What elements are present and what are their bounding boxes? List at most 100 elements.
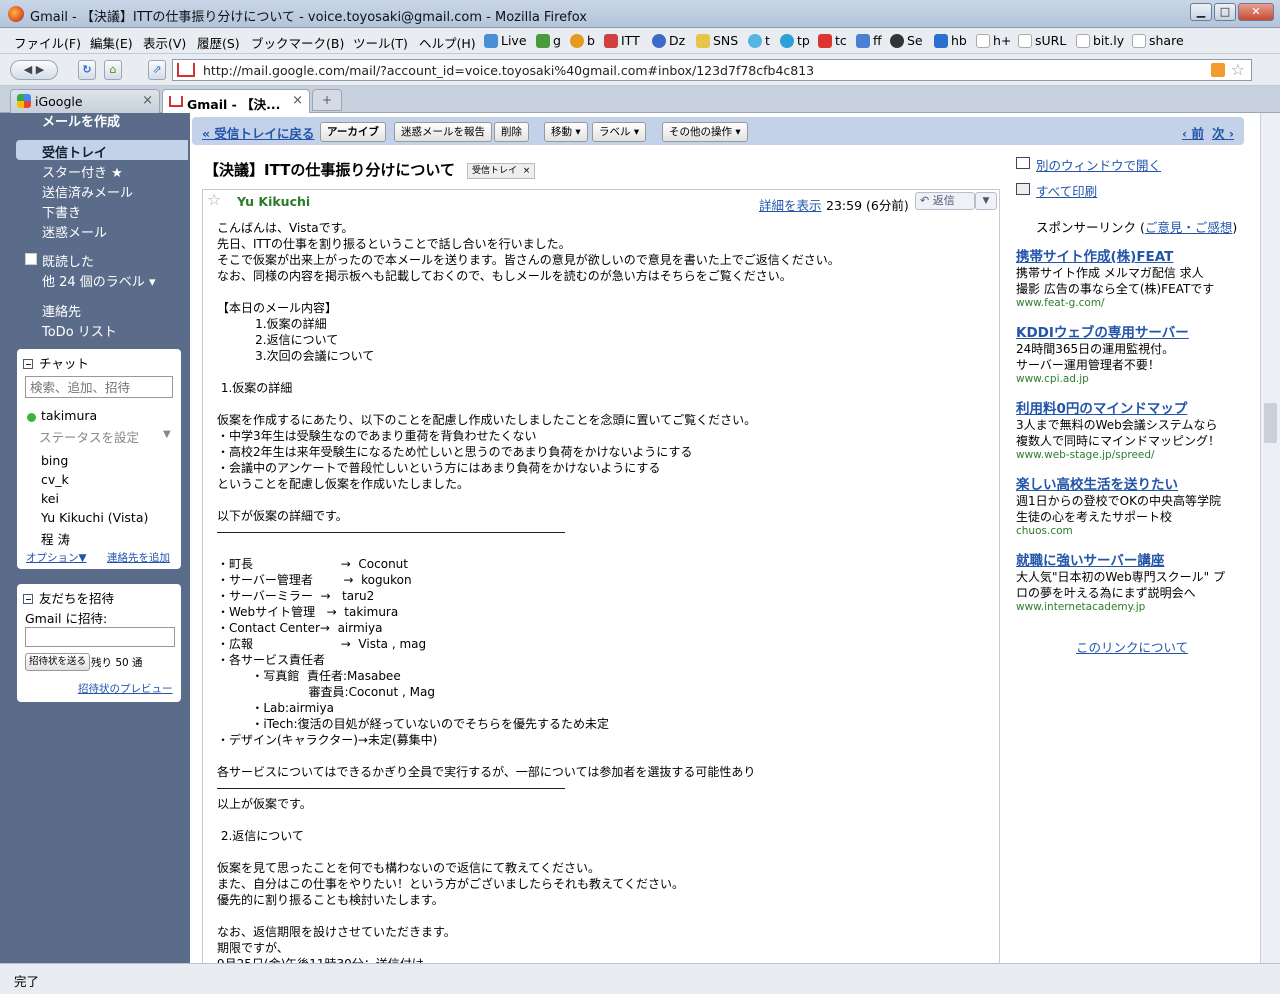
menu-file[interactable]: ファイル(F)	[14, 33, 81, 52]
invite-header[interactable]: 友だちを招待	[23, 588, 114, 607]
report-spam-button[interactable]: 迷惑メールを報告	[394, 122, 492, 142]
bookmark-label: ff	[873, 33, 882, 48]
chat-contact[interactable]: kei	[41, 491, 59, 506]
minimize-button[interactable]: ▁	[1190, 3, 1212, 21]
nav-spam[interactable]: 迷惑メール	[42, 222, 107, 241]
message-subject: 【決議】ITTの仕事振り分けについて	[204, 161, 455, 179]
move-to-button[interactable]: 移動 ▾	[544, 122, 588, 142]
tab-bar: iGoogle × Gmail - 【決... × +	[0, 86, 1280, 114]
prev-message-link[interactable]: ‹ 前	[1182, 123, 1204, 142]
menu-bookmarks[interactable]: ブックマーク(B)	[251, 33, 344, 52]
bookmark-b[interactable]: b	[570, 33, 595, 48]
maximize-button[interactable]: □	[1214, 3, 1236, 21]
invite-email-input[interactable]	[25, 627, 175, 647]
page-scrollbar[interactable]	[1260, 113, 1280, 963]
sender-name[interactable]: Yu Kikuchi	[237, 194, 310, 209]
archive-button[interactable]: アーカイブ	[320, 122, 386, 142]
open-new-window-link[interactable]: 別のウィンドウで開く	[1036, 155, 1161, 174]
bookmark-se[interactable]: Se	[890, 33, 923, 48]
ad-url[interactable]: www.feat-g.com/	[1016, 297, 1214, 309]
delete-button[interactable]: 削除	[494, 122, 529, 142]
bookmark-hplus[interactable]: h+	[976, 33, 1011, 48]
chat-contact[interactable]: 程 涛	[41, 529, 70, 548]
nav-contacts[interactable]: 連絡先	[42, 301, 81, 320]
back-to-inbox-link[interactable]: « 受信トレイに戻る	[202, 123, 314, 142]
tab-gmail[interactable]: Gmail - 【決... ×	[162, 89, 310, 114]
print-all-link[interactable]: すべて印刷	[1036, 181, 1097, 200]
ad-title-link[interactable]: 利用料0円のマインドマップ	[1016, 397, 1220, 417]
ad-url[interactable]: www.cpi.ad.jp	[1016, 373, 1189, 385]
label-read[interactable]: 既読した	[42, 251, 94, 270]
bookmark-share[interactable]: share	[1132, 33, 1184, 48]
bookmark-dz[interactable]: Dz	[652, 33, 685, 48]
next-message-link[interactable]: 次 ›	[1212, 123, 1234, 142]
home-icon[interactable]: ⌂	[104, 60, 122, 80]
bookmark-tp[interactable]: tp	[780, 33, 810, 48]
ad-title-link[interactable]: 携帯サイト作成(株)FEAT	[1016, 245, 1214, 265]
star-icon[interactable]: ☆	[207, 190, 221, 209]
about-links-link[interactable]: このリンクについて	[1076, 637, 1188, 656]
ad-url[interactable]: www.internetacademy.jp	[1016, 601, 1225, 613]
ad-title-link[interactable]: 就職に強いサーバー講座	[1016, 549, 1225, 569]
window-titlebar: Gmail - 【決議】ITTの仕事振り分けについて - voice.toyos…	[0, 0, 1280, 28]
back-forward-button[interactable]: ◀ ▶	[10, 60, 58, 80]
reply-button[interactable]: ↶ 返信	[915, 192, 975, 210]
send-invite-button[interactable]: 招待状を送る	[25, 653, 91, 671]
labels-button[interactable]: ラベル ▾	[592, 122, 647, 142]
show-details-link[interactable]: 詳細を表示	[759, 195, 822, 214]
nav-inbox[interactable]: 受信トレイ	[16, 140, 188, 161]
bookmark-bitly[interactable]: bit.ly	[1076, 33, 1124, 48]
bookmark-ff[interactable]: ff	[856, 33, 882, 48]
more-actions-button[interactable]: その他の操作 ▾	[662, 122, 748, 142]
bookmark-g[interactable]: g	[536, 33, 561, 48]
tab-close-icon[interactable]: ×	[142, 93, 153, 108]
nav-starred[interactable]: スター付き ★	[42, 162, 123, 181]
rss-icon[interactable]	[1211, 63, 1225, 77]
address-bar[interactable]: http://mail.google.com/mail/?account_id=…	[172, 59, 1252, 81]
addon-icon[interactable]: ⇗	[148, 60, 166, 80]
nav-sent[interactable]: 送信済みメール	[42, 182, 133, 201]
chat-header[interactable]: チャット	[23, 353, 89, 372]
menu-tools[interactable]: ツール(T)	[353, 33, 408, 52]
invite-preview-link[interactable]: 招待状のプレビュー	[78, 681, 173, 696]
chat-self-name: takimura	[41, 408, 98, 423]
bookmark-live[interactable]: Live	[484, 33, 527, 48]
menu-history[interactable]: 履歴(S)	[197, 33, 240, 52]
bookmark-sns[interactable]: SNS	[696, 33, 738, 48]
ad-url[interactable]: www.web-stage.jp/spreed/	[1016, 449, 1220, 461]
close-window-button[interactable]: ✕	[1238, 3, 1274, 21]
status-dropdown-icon[interactable]: ▼	[163, 429, 171, 440]
bookmark-tc[interactable]: tc	[818, 33, 847, 48]
chat-contact[interactable]: Yu Kikuchi (Vista)	[41, 510, 148, 525]
bookmark-itt[interactable]: ITT	[604, 33, 640, 48]
reload-icon[interactable]: ↻	[78, 60, 96, 80]
ad-url[interactable]: chuos.com	[1016, 525, 1221, 537]
bookmark-t[interactable]: t	[748, 33, 770, 48]
add-contact-link[interactable]: 連絡先を追加	[107, 550, 170, 565]
remove-label-icon[interactable]: ×	[523, 166, 531, 176]
status-setting[interactable]: ステータスを設定	[39, 427, 139, 446]
chat-options-link[interactable]: オプション▼	[26, 550, 87, 565]
menu-help[interactable]: ヘルプ(H)	[419, 33, 476, 52]
reply-options-dropdown[interactable]: ▼	[975, 192, 997, 210]
nav-todo[interactable]: ToDo リスト	[42, 321, 117, 340]
menu-view[interactable]: 表示(V)	[143, 33, 186, 52]
tab-igoogle[interactable]: iGoogle ×	[10, 89, 160, 113]
more-labels-link[interactable]: 他 24 個のラベル ▾	[42, 271, 155, 290]
bookmark-star-icon[interactable]: ☆	[1231, 60, 1245, 79]
compose-link[interactable]: メールを作成	[42, 113, 120, 130]
feedback-link[interactable]: ご意見・ご感想	[1145, 220, 1233, 235]
chat-contact[interactable]: cv_k	[41, 472, 69, 487]
chat-search-input[interactable]	[25, 376, 173, 398]
scrollbar-thumb[interactable]	[1264, 403, 1277, 443]
bookmark-hb[interactable]: hb	[934, 33, 967, 48]
bookmark-surl[interactable]: sURL	[1018, 33, 1066, 48]
nav-drafts[interactable]: 下書き	[42, 202, 81, 221]
menu-edit[interactable]: 編集(E)	[90, 33, 133, 52]
new-tab-button[interactable]: +	[312, 89, 342, 111]
chat-contact[interactable]: bing	[41, 453, 68, 468]
ad-title-link[interactable]: KDDIウェブの専用サーバー	[1016, 321, 1189, 341]
url-text[interactable]: http://mail.google.com/mail/?account_id=…	[203, 63, 814, 78]
tab-close-icon[interactable]: ×	[292, 93, 303, 108]
ad-title-link[interactable]: 楽しい高校生活を送りたい	[1016, 473, 1221, 493]
